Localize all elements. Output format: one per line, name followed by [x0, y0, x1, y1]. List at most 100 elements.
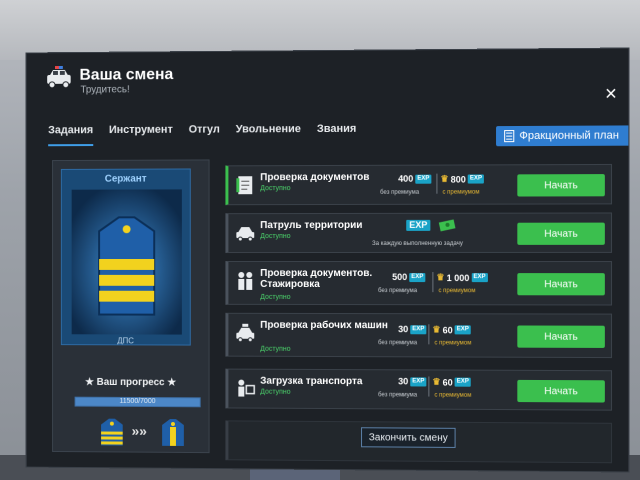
reward-premium-note: с премиумом: [442, 189, 480, 196]
next-rank-icon: [162, 418, 184, 446]
rank-progress-bar: 11500/7000: [74, 396, 201, 408]
task-name: Проверка документов. Стажировка: [260, 267, 373, 290]
document-icon: [504, 130, 514, 142]
reward-divider: [432, 272, 434, 293]
task-status: Доступно: [260, 185, 291, 193]
reward-exp: EXP: [406, 219, 431, 231]
progress-title: Ваш прогресс: [96, 376, 165, 389]
reward-base: 400 EXP: [398, 173, 432, 184]
progress-value: 11500/7000: [119, 397, 156, 406]
exp-badge: EXP: [454, 377, 471, 387]
reward-base-note: без премиума: [378, 288, 418, 295]
window-title: Ваша смена: [79, 66, 174, 84]
exp-badge: EXP: [410, 376, 427, 386]
reward-divider: [428, 324, 430, 345]
reward-base: 500 EXP: [392, 272, 426, 283]
rank-card: Сержант ДПС: [60, 168, 191, 346]
task-name: Патруль территории: [260, 219, 363, 232]
reward-base-value: 400: [398, 173, 414, 184]
reward-premium-value: 60: [442, 377, 453, 388]
reward-premium: ♛ 1 000 EXP: [436, 272, 488, 283]
exp-badge: EXP: [415, 174, 432, 184]
crown-icon: ♛: [436, 272, 445, 283]
exp-badge: EXP: [406, 219, 431, 231]
start-task-button[interactable]: Начать: [517, 273, 605, 296]
star-icon: ★: [167, 377, 177, 389]
cash-icon: [438, 219, 456, 232]
task-name: Проверка документов: [260, 171, 370, 184]
start-task-button[interactable]: Начать: [517, 325, 605, 348]
reward-base-value: 500: [392, 272, 408, 283]
reward-note: За каждую выполненную задачу: [372, 240, 463, 247]
shift-window: Ваша смена Трудитесь! × Задания Инструме…: [25, 47, 630, 473]
exp-badge: EXP: [454, 325, 471, 335]
reward-premium-value: 1 000: [446, 272, 470, 283]
task-item: Загрузка транспорта Доступно 30 EXP без …: [225, 368, 613, 411]
progress-label: ★ Ваш прогресс ★: [53, 377, 209, 389]
current-rank-icon: [101, 418, 123, 446]
reward-base-note: без премиума: [378, 340, 418, 347]
crown-icon: ♛: [440, 173, 449, 184]
task-item: Проверка документов Доступно 400 EXP без…: [225, 163, 613, 206]
exp-badge: EXP: [467, 174, 485, 184]
loader-icon: [238, 379, 256, 400]
reward-divider: [436, 173, 438, 194]
reward-premium-note: с премиумом: [438, 288, 476, 295]
reward-premium-value: 60: [442, 324, 453, 335]
star-icon: ★: [85, 376, 94, 388]
faction-plan-label: Фракционный план: [519, 129, 619, 143]
task-name: Проверка рабочих машин: [260, 319, 388, 332]
faction-plan-button[interactable]: Фракционный план: [496, 125, 630, 147]
police-car-icon: [47, 66, 72, 90]
shoulder-strap-icon: [71, 189, 182, 335]
reward-premium-note: с премиумом: [434, 340, 472, 347]
task-list: Проверка документов Доступно 400 EXP без…: [225, 158, 620, 467]
rank-panel: Сержант ДПС ★ Ваш прогресс ★ 11500/7000 …: [52, 159, 210, 454]
document-check-icon: [237, 176, 253, 195]
titlebar: Ваша смена Трудитесь! ×: [27, 49, 629, 105]
tab-resignation[interactable]: Увольнение: [236, 123, 301, 145]
tab-bar: Задания Инструмент Отгул Увольнение Зван…: [48, 123, 356, 147]
exp-badge: EXP: [410, 324, 427, 334]
reward-base-value: 30: [398, 376, 409, 387]
taxi-icon: [234, 323, 255, 344]
tab-day-off[interactable]: Отгул: [189, 124, 220, 146]
reward-premium: ♛ 60 EXP: [432, 376, 471, 388]
tab-tasks[interactable]: Задания: [48, 124, 94, 147]
task-status: Доступно: [260, 345, 291, 353]
finish-shift-button[interactable]: Закончить смену: [361, 427, 456, 448]
reward-premium: ♛ 60 EXP: [432, 324, 471, 335]
start-task-button[interactable]: Начать: [517, 379, 605, 403]
exp-badge: EXP: [409, 272, 426, 282]
task-item: Проверка документов. Стажировка Доступно…: [225, 260, 613, 306]
task-item: Проверка рабочих машин Доступно 30 EXP б…: [225, 312, 613, 359]
reward-premium-note: с премиумом: [434, 392, 472, 399]
crown-icon: ♛: [432, 376, 441, 387]
task-status: Доступно: [260, 388, 291, 396]
rank-name: Сержант: [104, 173, 147, 185]
tab-ranks[interactable]: Звания: [317, 123, 356, 145]
task-item: Патруль территории Доступно EXP За кажду…: [225, 212, 613, 254]
rank-card-footer: ДПС: [117, 336, 134, 346]
reward-base-value: 30: [398, 324, 409, 335]
exp-badge: EXP: [471, 273, 488, 283]
people-icon: [239, 272, 253, 291]
reward-base: 30 EXP: [398, 376, 427, 387]
police-car-icon: [237, 227, 255, 243]
reward-premium-value: 800: [450, 174, 466, 185]
close-button[interactable]: ×: [602, 83, 620, 105]
task-status: Доступно: [260, 233, 291, 241]
reward-base-note: без премиума: [380, 189, 420, 196]
reward-base: 30 EXP: [398, 324, 427, 335]
tab-tools[interactable]: Инструмент: [109, 124, 173, 146]
crown-icon: ♛: [432, 324, 441, 335]
start-task-button[interactable]: Начать: [517, 174, 605, 197]
window-subtitle: Трудитесь!: [80, 84, 130, 96]
reward-divider: [428, 376, 430, 397]
task-name: Загрузка транспорта: [260, 375, 363, 388]
arrow-right-icon: »»: [131, 422, 147, 439]
reward-base-note: без премиума: [378, 392, 418, 399]
reward-premium: ♛ 800 EXP: [440, 173, 485, 185]
start-task-button[interactable]: Начать: [517, 222, 605, 245]
task-status: Доступно: [260, 293, 291, 301]
